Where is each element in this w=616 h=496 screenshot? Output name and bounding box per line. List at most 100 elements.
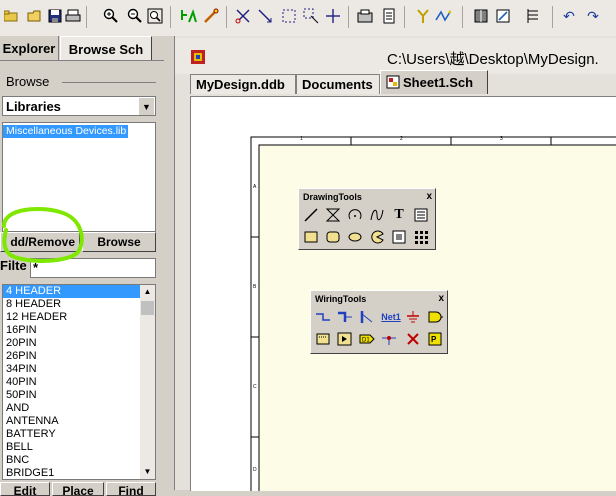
deselect-icon[interactable] xyxy=(302,7,320,25)
library-icon[interactable] xyxy=(356,7,374,25)
tab-mydesign-ddb[interactable]: MyDesign.ddb xyxy=(190,74,296,94)
zoom-fit-icon[interactable] xyxy=(146,7,164,25)
close-icon[interactable]: x xyxy=(438,293,444,305)
svg-text:D1: D1 xyxy=(362,338,370,344)
zoom-in-icon[interactable] xyxy=(102,7,120,25)
probe-icon[interactable] xyxy=(414,7,432,25)
arc-tool-icon[interactable] xyxy=(347,207,363,223)
array-tool-icon[interactable] xyxy=(413,229,429,245)
power-port-tool-icon[interactable] xyxy=(405,309,421,325)
ellipse-tool-icon[interactable] xyxy=(347,229,363,245)
svg-text:P: P xyxy=(431,335,437,344)
browse-button[interactable]: Browse xyxy=(82,232,156,252)
sheet-symbol-tool-icon[interactable] xyxy=(315,331,331,347)
part-tool-icon[interactable] xyxy=(427,309,443,325)
cross-probe-icon[interactable] xyxy=(180,7,198,25)
document-titlebar: C:\Users\越\Desktop\MyDesign. xyxy=(175,38,616,74)
wiring-tools-title: WiringTools xyxy=(315,294,367,304)
rectangle-tool-icon[interactable] xyxy=(303,229,319,245)
hierarchy-icon[interactable] xyxy=(380,7,398,25)
bezier-tool-icon[interactable] xyxy=(369,207,385,223)
scroll-thumb[interactable] xyxy=(141,301,154,315)
wiring-icon[interactable] xyxy=(434,7,452,25)
move-icon[interactable] xyxy=(256,7,274,25)
drawing-icon[interactable] xyxy=(494,7,512,25)
drawing-tools-title: DrawingTools xyxy=(303,192,362,202)
open-folder-icon[interactable] xyxy=(2,7,20,25)
drawing-tools-panel[interactable]: DrawingTools x T xyxy=(298,188,436,250)
list-item[interactable]: AND xyxy=(3,402,140,415)
text-frame-tool-icon[interactable] xyxy=(413,207,429,223)
list-icon[interactable] xyxy=(524,7,542,25)
list-item[interactable]: 16PIN xyxy=(3,324,140,337)
close-icon[interactable]: x xyxy=(426,191,432,203)
redo-icon[interactable]: ↷ xyxy=(584,7,602,25)
print-icon[interactable] xyxy=(64,7,82,25)
tab-documents[interactable]: Documents xyxy=(296,74,380,94)
graphic-tool-icon[interactable] xyxy=(391,229,407,245)
tab-sheet1-sch[interactable]: Sheet1.Sch xyxy=(380,70,488,94)
find-button[interactable]: Find xyxy=(106,482,156,496)
wiring-tools-panel[interactable]: WiringTools x Net1 D1 P xyxy=(310,290,448,354)
zoom-out-icon[interactable] xyxy=(126,7,144,25)
list-item[interactable]: BNC xyxy=(3,454,140,467)
list-item[interactable]: BELL xyxy=(3,441,140,454)
list-item[interactable]: ANTENNA xyxy=(3,415,140,428)
wand-icon[interactable] xyxy=(202,7,220,25)
list-item[interactable]: 8 HEADER xyxy=(3,298,140,311)
ruler-letter: A xyxy=(253,184,257,190)
list-item[interactable]: BATTERY xyxy=(3,428,140,441)
place-button[interactable]: Place xyxy=(52,482,104,496)
ruler-letter: C xyxy=(253,384,257,390)
list-item[interactable]: 26PIN xyxy=(3,350,140,363)
cut-icon[interactable] xyxy=(234,7,252,25)
select-icon[interactable] xyxy=(280,7,298,25)
no-erc-tool-icon[interactable] xyxy=(405,331,421,347)
polygon-tool-icon[interactable] xyxy=(325,207,341,223)
browse-group-label: Browse xyxy=(6,74,50,89)
save-icon[interactable] xyxy=(46,7,64,25)
pcb-layout-tool-icon[interactable]: P xyxy=(427,331,443,347)
tab-browse-sch[interactable]: Browse Sch xyxy=(60,36,152,61)
list-item[interactable]: 20PIN xyxy=(3,337,140,350)
move-cross-icon[interactable] xyxy=(324,7,342,25)
ruler-number: 2 xyxy=(400,136,403,142)
ruler-number: 1 xyxy=(300,136,303,142)
ruler-letter: B xyxy=(253,284,257,290)
pie-tool-icon[interactable] xyxy=(369,229,385,245)
undo-icon[interactable]: ↶ xyxy=(560,7,578,25)
list-item[interactable]: BRIDGE1 xyxy=(3,467,140,479)
highlight-annotation xyxy=(2,206,84,263)
list-item[interactable]: 12 HEADER xyxy=(3,311,140,324)
scroll-down-icon[interactable]: ▼ xyxy=(140,465,155,479)
app-icon xyxy=(191,50,205,64)
book-icon[interactable] xyxy=(472,7,490,25)
junction-tool-icon[interactable] xyxy=(381,331,397,347)
ruler-letter: D xyxy=(253,467,257,473)
library-item[interactable]: Miscellaneous Devices.lib xyxy=(3,125,129,138)
line-tool-icon[interactable] xyxy=(303,207,319,223)
parts-list[interactable]: 4 HEADER 8 HEADER 12 HEADER 16PIN 20PIN 26PIN… xyxy=(2,284,156,480)
chevron-down-icon[interactable]: ▼ xyxy=(138,98,154,115)
tab-explorer[interactable]: Explorer xyxy=(0,36,59,60)
list-item[interactable]: 40PIN xyxy=(3,376,140,389)
port-tool-icon[interactable]: D1 xyxy=(359,331,375,347)
open-folder-icon[interactable] xyxy=(26,7,44,25)
bus-tool-icon[interactable] xyxy=(337,309,353,325)
document-path: C:\Users\越\Desktop\MyDesign. xyxy=(387,51,599,68)
list-item[interactable]: 34PIN xyxy=(3,363,140,376)
parts-scrollbar[interactable]: ▲ ▼ xyxy=(140,285,155,479)
list-item[interactable]: 4 HEADER xyxy=(3,285,140,298)
bus-entry-tool-icon[interactable] xyxy=(359,309,375,325)
sheet-entry-tool-icon[interactable] xyxy=(337,331,353,347)
list-item[interactable]: 50PIN xyxy=(3,389,140,402)
wire-tool-icon[interactable] xyxy=(315,309,331,325)
main-toolbar: ↶ ↷ xyxy=(0,0,616,37)
schematic-icon xyxy=(386,75,400,89)
browse-mode-select[interactable]: Libraries ▼ xyxy=(2,96,156,116)
edit-button[interactable]: Edit xyxy=(0,482,50,496)
text-tool-icon[interactable]: T xyxy=(391,207,407,223)
scroll-up-icon[interactable]: ▲ xyxy=(140,285,155,299)
round-rectangle-tool-icon[interactable] xyxy=(325,229,341,245)
net-label-tool[interactable]: Net1 xyxy=(381,309,401,325)
